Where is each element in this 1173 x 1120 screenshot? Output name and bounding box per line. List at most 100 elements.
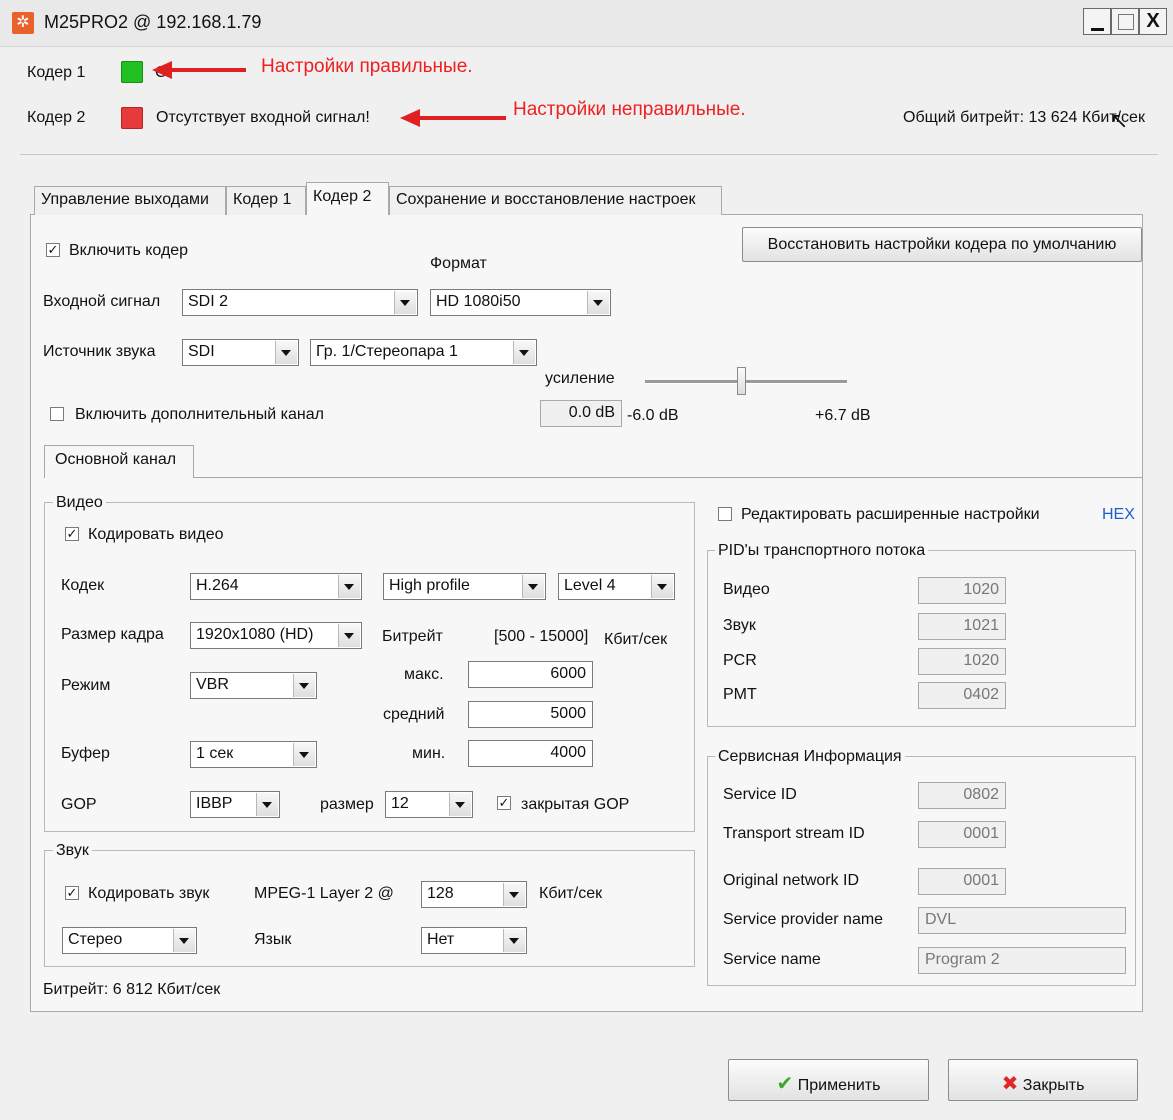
gop-size-select[interactable]: 12 [385, 791, 473, 818]
chevron-down-icon[interactable] [513, 341, 535, 364]
minimize-button[interactable] [1083, 8, 1111, 35]
bitrate-unit: Кбит/сек [604, 631, 668, 648]
max-bitrate-input[interactable]: 6000 [468, 661, 593, 688]
maximize-button[interactable] [1111, 8, 1139, 35]
codec-select[interactable]: H.264 [190, 573, 362, 600]
annotation-correct: Настройки правильные. [261, 56, 473, 77]
chevron-down-icon[interactable] [587, 291, 609, 314]
min-bitrate-label: мин. [412, 745, 446, 762]
codec-label: Кодек [61, 577, 105, 594]
chevron-down-icon[interactable] [394, 291, 416, 314]
closed-gop-checkbox[interactable]: ✓ [497, 796, 511, 810]
annotation-incorrect: Настройки неправильные. [513, 99, 746, 120]
gop-size-label: размер [320, 796, 374, 813]
subtab-line [44, 477, 1142, 478]
chevron-down-icon[interactable] [651, 575, 673, 598]
gop-label: GOP [61, 796, 97, 813]
audio-source-label: Источник звука [43, 343, 156, 360]
frame-size-value: 1920x1080 (HD) [196, 626, 314, 643]
service-name-value: Program 2 [918, 947, 1126, 974]
pid-video-label: Видео [723, 581, 770, 598]
pid-pmt-value: 0402 [918, 682, 1006, 709]
encode-audio-label: Кодировать звук [88, 885, 210, 902]
pid-audio-label: Звук [723, 617, 756, 634]
annotation-arrow-line [416, 116, 506, 120]
chevron-down-icon[interactable] [275, 341, 297, 364]
language-select[interactable]: Нет [421, 927, 527, 954]
tab-outputs[interactable]: Управление выходами [34, 186, 226, 215]
close-button[interactable]: ✖ Закрыть [948, 1059, 1138, 1101]
mouse-cursor-icon: ↖ [1110, 108, 1129, 133]
tab-coder1[interactable]: Кодер 1 [226, 186, 306, 215]
edit-advanced-checkbox[interactable] [718, 507, 732, 521]
gop-select[interactable]: IBBP [190, 791, 280, 818]
chevron-down-icon[interactable] [503, 883, 525, 906]
language-label: Язык [254, 931, 292, 948]
audio-mode-select[interactable]: Стерео [62, 927, 197, 954]
apply-button[interactable]: ✔ Применить [728, 1059, 929, 1101]
audio-bitrate-select[interactable]: 128 [421, 881, 527, 908]
input-signal-label: Входной сигнал [43, 293, 161, 310]
video-legend: Видео [53, 494, 106, 512]
enable-encoder-checkbox[interactable]: ✓ [46, 243, 60, 257]
level-value: Level 4 [564, 577, 616, 594]
chevron-down-icon[interactable] [522, 575, 544, 598]
buffer-label: Буфер [61, 745, 110, 762]
ts-id-value: 0001 [918, 821, 1006, 848]
restore-defaults-button[interactable]: Восстановить настройки кодера по умолчан… [742, 227, 1142, 262]
input-signal-select[interactable]: SDI 2 [182, 289, 418, 316]
chevron-down-icon[interactable] [338, 624, 360, 647]
provider-name-label: Service provider name [723, 911, 884, 928]
tab-main-channel[interactable]: Основной канал [44, 445, 194, 478]
chevron-down-icon[interactable] [449, 793, 471, 816]
annotation-arrow-line [168, 68, 246, 72]
gain-slider-track[interactable] [645, 380, 847, 384]
apply-button-label: Применить [797, 1077, 881, 1094]
audio-group-select[interactable]: Гр. 1/Стереопара 1 [310, 339, 537, 366]
tab-coder2[interactable]: Кодер 2 [306, 182, 389, 216]
audio-legend: Звук [53, 842, 92, 860]
total-bitrate: Общий битрейт: 13 624 Кбит/сек [903, 109, 1145, 126]
audio-codec-text: MPEG-1 Layer 2 @ [254, 885, 394, 902]
bitrate-label: Битрейт [382, 628, 443, 645]
input-signal-value: SDI 2 [188, 293, 229, 310]
audio-bitrate-value: 128 [427, 885, 454, 902]
buffer-select[interactable]: 1 сек [190, 741, 317, 768]
coder2-status-led [121, 107, 143, 129]
edit-advanced-label: Редактировать расширенные настройки [741, 506, 1040, 523]
encode-video-checkbox[interactable]: ✓ [65, 527, 79, 541]
closed-gop-label: закрытая GOP [521, 796, 630, 813]
pids-legend: PID'ы транспортного потока [715, 542, 929, 560]
mode-label: Режим [61, 677, 111, 694]
chevron-down-icon[interactable] [256, 793, 278, 816]
profile-select[interactable]: High profile [383, 573, 546, 600]
avg-bitrate-input[interactable]: 5000 [468, 701, 593, 728]
mode-select[interactable]: VBR [190, 672, 317, 699]
chevron-down-icon[interactable] [293, 674, 315, 697]
chevron-down-icon[interactable] [503, 929, 525, 952]
gain-min-label: -6.0 dB [627, 407, 679, 424]
close-window-button[interactable]: X [1139, 8, 1167, 35]
format-select[interactable]: HD 1080i50 [430, 289, 611, 316]
extra-channel-checkbox[interactable] [50, 407, 64, 421]
encoder-bitrate: Битрейт: 6 812 Кбит/сек [43, 981, 221, 998]
gop-value: IBBP [196, 795, 233, 812]
hex-link[interactable]: HEX [1102, 506, 1135, 524]
format-value: HD 1080i50 [436, 293, 521, 310]
encode-audio-checkbox[interactable]: ✓ [65, 886, 79, 900]
checkmark-icon: ✔ [776, 1073, 794, 1095]
chevron-down-icon[interactable] [293, 743, 315, 766]
audio-mode-value: Стерео [68, 931, 123, 948]
format-label: Формат [430, 255, 487, 272]
frame-size-select[interactable]: 1920x1080 (HD) [190, 622, 362, 649]
gain-slider-thumb[interactable] [737, 367, 746, 395]
gain-label: усиление [545, 370, 615, 387]
chevron-down-icon[interactable] [338, 575, 360, 598]
avg-bitrate-label: средний [383, 706, 445, 723]
audio-source-select[interactable]: SDI [182, 339, 299, 366]
tab-save-restore[interactable]: Сохранение и восстановление настроек [389, 186, 722, 215]
min-bitrate-input[interactable]: 4000 [468, 740, 593, 767]
level-select[interactable]: Level 4 [558, 573, 675, 600]
ts-id-label: Transport stream ID [723, 825, 865, 842]
chevron-down-icon[interactable] [173, 929, 195, 952]
